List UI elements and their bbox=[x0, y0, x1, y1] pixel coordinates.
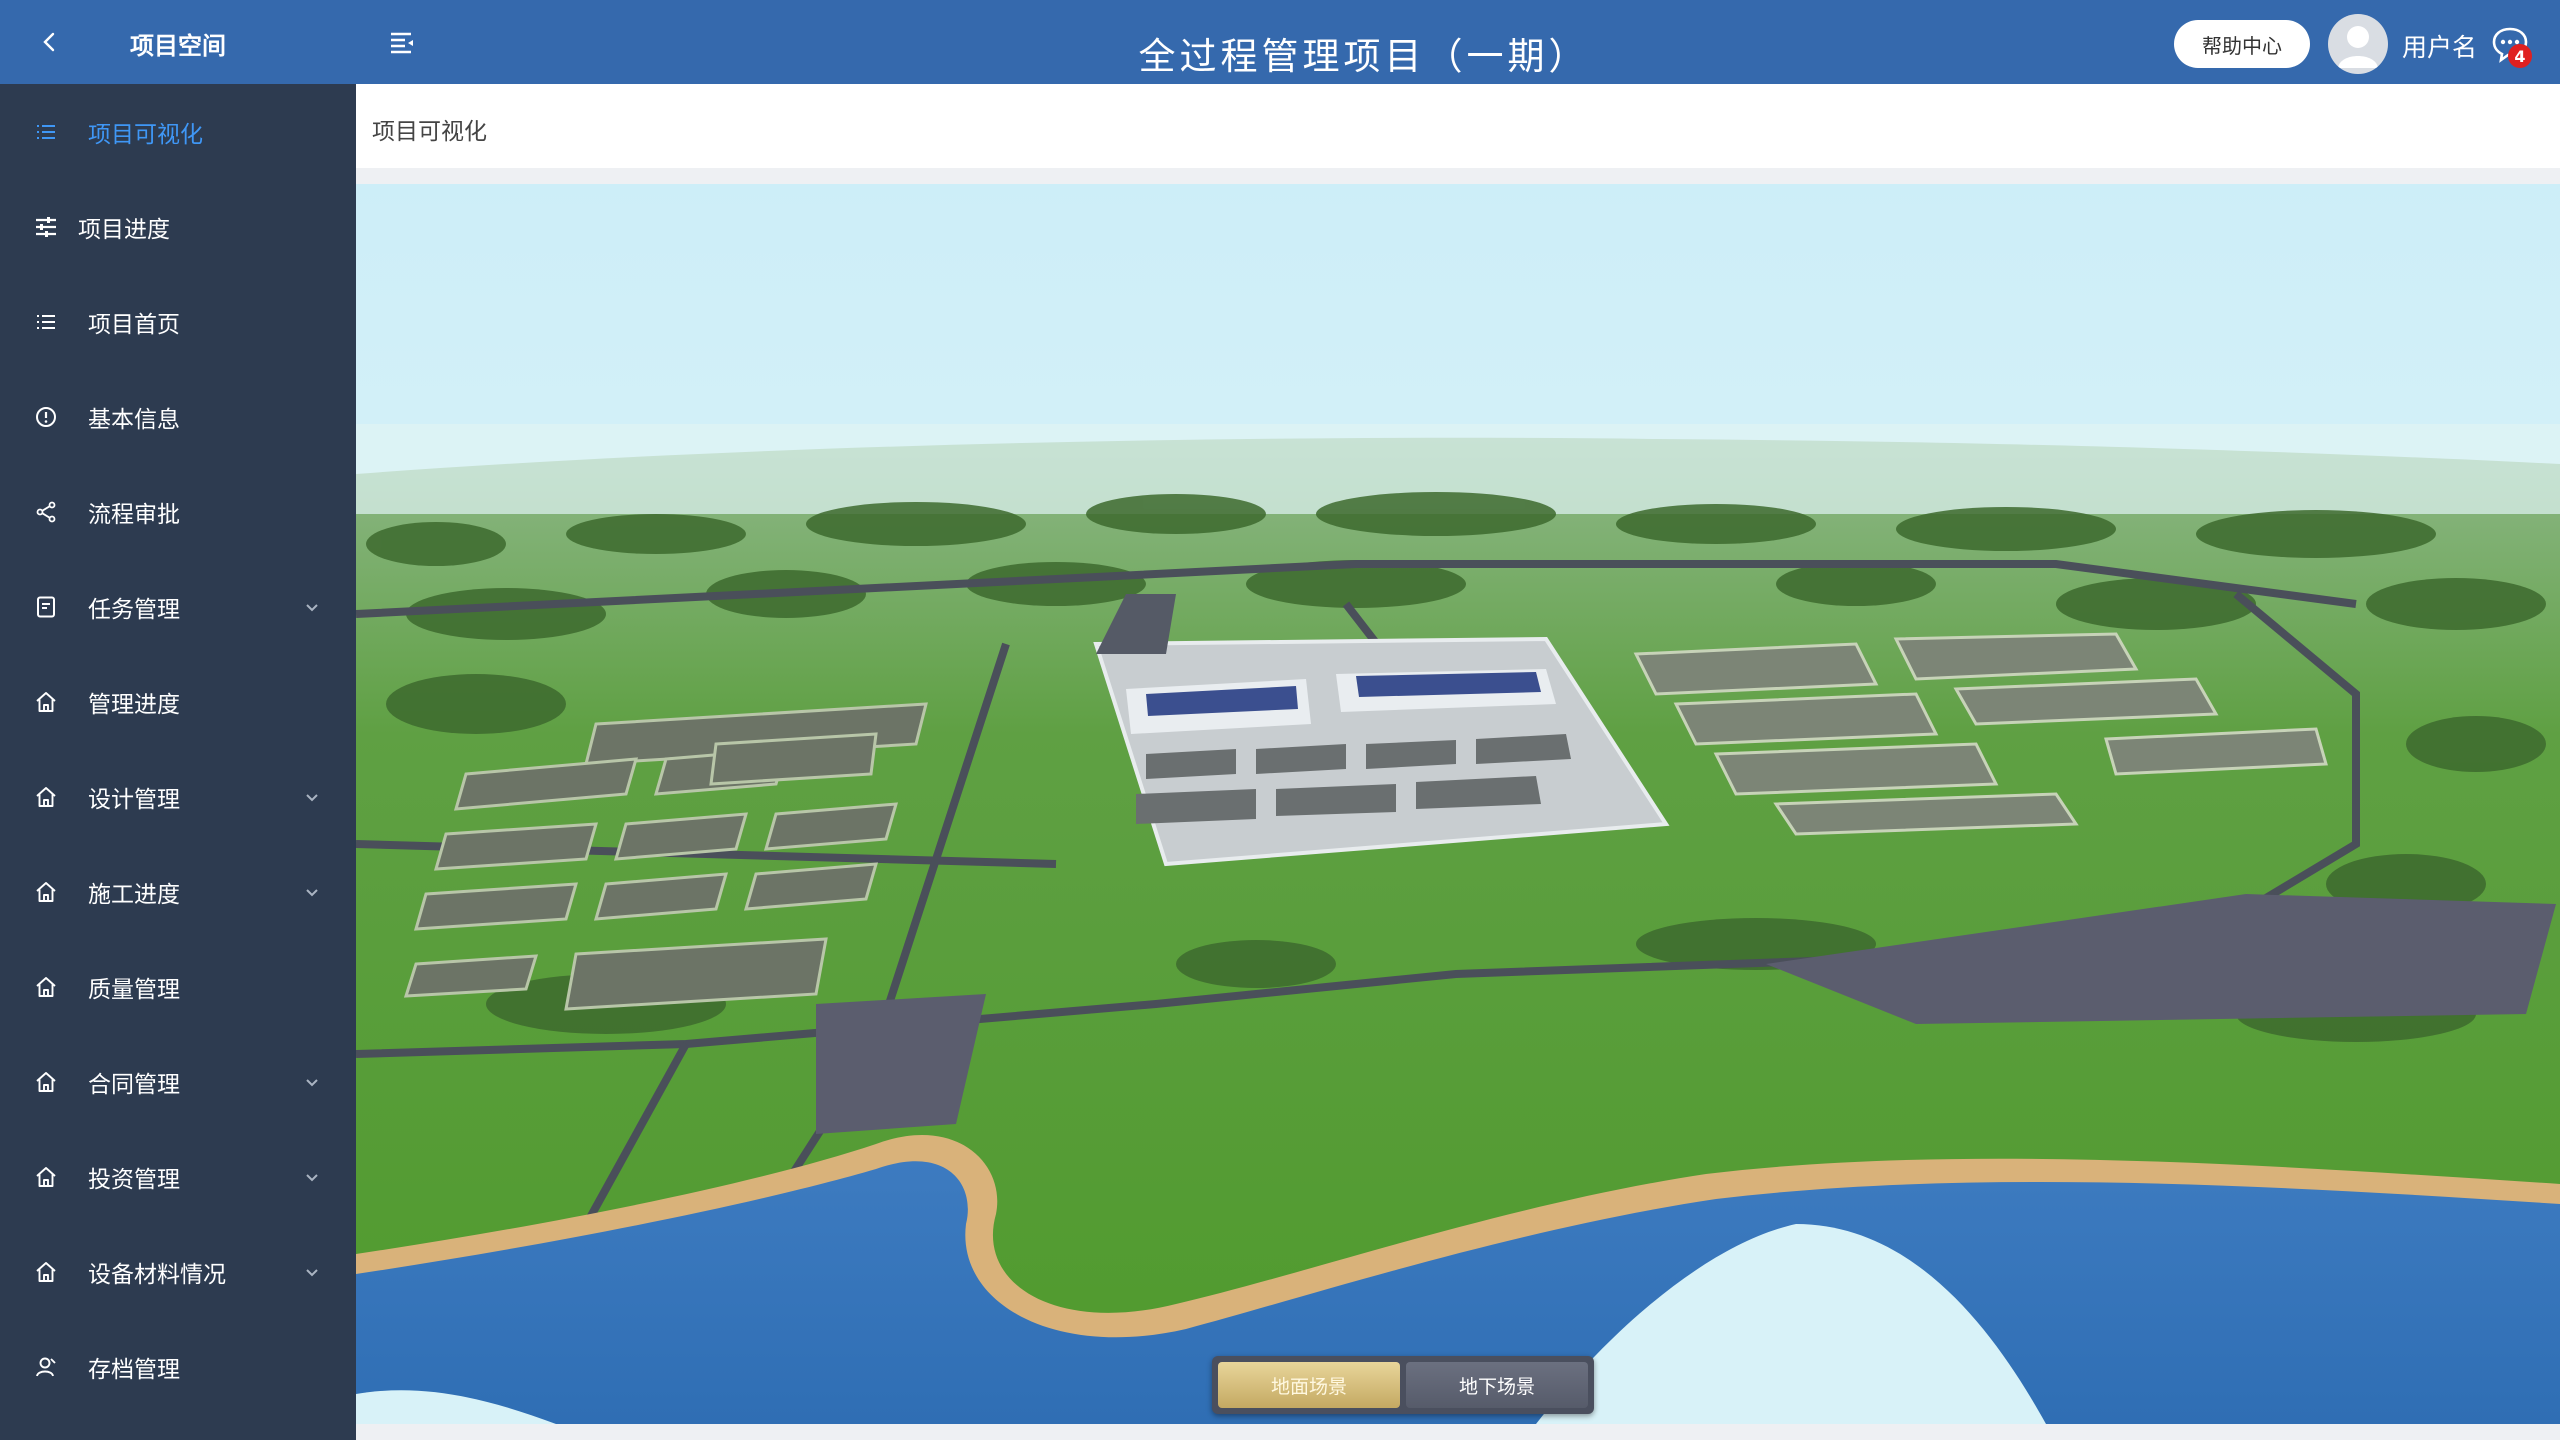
list-icon bbox=[32, 118, 60, 146]
sliders-icon bbox=[32, 213, 60, 241]
home-icon bbox=[32, 688, 60, 716]
sidebar-item[interactable]: 合同管理 bbox=[0, 1034, 356, 1129]
chevron-down-icon[interactable] bbox=[302, 597, 322, 617]
sidebar-item-label: 流程审批 bbox=[88, 501, 180, 528]
list-icon bbox=[32, 308, 60, 336]
sidebar-item[interactable]: 基本信息 bbox=[0, 369, 356, 464]
sidebar-item-label: 项目可视化 bbox=[88, 121, 203, 148]
sidebar-item-label: 存档管理 bbox=[88, 1356, 180, 1383]
share-icon bbox=[32, 498, 60, 526]
sidebar-item-label: 项目首页 bbox=[88, 311, 180, 338]
sidebar-item-label: 管理进度 bbox=[88, 691, 180, 718]
message-count-badge: 4 bbox=[2508, 44, 2532, 68]
sidebar: 项目空间 项目可视化项目进度项目首页基本信息流程审批任务管理管理进度设计管理施工… bbox=[0, 0, 356, 1440]
sidebar-item[interactable]: 投资管理 bbox=[0, 1129, 356, 1224]
home-icon bbox=[32, 1068, 60, 1096]
app-title: 全过程管理项目（一期） bbox=[1138, 35, 1590, 78]
chevron-down-icon[interactable] bbox=[302, 787, 322, 807]
username[interactable]: 用户名 bbox=[2402, 28, 2477, 64]
breadcrumb-bar: 项目可视化 bbox=[356, 84, 2560, 168]
sidebar-item-label: 设计管理 bbox=[88, 786, 180, 813]
chevron-down-icon[interactable] bbox=[302, 1072, 322, 1092]
breadcrumb: 项目可视化 bbox=[372, 119, 487, 145]
sidebar-item-label: 施工进度 bbox=[88, 881, 180, 908]
sidebar-title: 项目空间 bbox=[130, 32, 226, 60]
home-icon bbox=[32, 783, 60, 811]
help-center-button[interactable]: 帮助中心 bbox=[2174, 20, 2310, 68]
home-icon bbox=[32, 1258, 60, 1286]
sidebar-item[interactable]: 任务管理 bbox=[0, 559, 356, 654]
chevron-down-icon[interactable] bbox=[302, 1262, 322, 1282]
user-icon bbox=[32, 1353, 60, 1381]
home-icon bbox=[32, 1163, 60, 1191]
home-icon bbox=[32, 878, 60, 906]
aerial-scene-image bbox=[356, 184, 2560, 1424]
sidebar-header: 项目空间 bbox=[0, 0, 356, 84]
top-bar: 全过程管理项目（一期） 帮助中心 用户名 4 bbox=[356, 0, 2560, 84]
sidebar-item[interactable]: 施工进度 bbox=[0, 844, 356, 939]
sidebar-item-label: 基本信息 bbox=[88, 406, 180, 433]
sidebar-item-label: 项目进度 bbox=[78, 216, 170, 243]
sidebar-item[interactable]: 存档管理 bbox=[0, 1319, 356, 1414]
sidebar-item-label: 任务管理 bbox=[88, 596, 180, 623]
sidebar-item-label: 合同管理 bbox=[88, 1071, 180, 1098]
content-footer-gap bbox=[356, 1424, 2560, 1440]
document-icon bbox=[32, 593, 60, 621]
content-divider bbox=[356, 168, 2560, 184]
sidebar-item[interactable]: 质量管理 bbox=[0, 939, 356, 1034]
back-button[interactable] bbox=[30, 22, 70, 62]
underground-scene-button[interactable]: 地下场景 bbox=[1406, 1362, 1588, 1408]
user-avatar-icon bbox=[2338, 26, 2378, 68]
avatar[interactable] bbox=[2328, 14, 2388, 74]
ground-scene-button[interactable]: 地面场景 bbox=[1218, 1362, 1400, 1408]
chevron-left-icon bbox=[43, 32, 55, 52]
sidebar-item[interactable]: 流程审批 bbox=[0, 464, 356, 559]
sidebar-item-label: 质量管理 bbox=[88, 976, 180, 1003]
sidebar-item[interactable]: 项目首页 bbox=[0, 274, 356, 369]
sidebar-menu: 项目可视化项目进度项目首页基本信息流程审批任务管理管理进度设计管理施工进度质量管… bbox=[0, 84, 356, 1414]
sidebar-item-label: 设备材料情况 bbox=[88, 1261, 226, 1288]
chevron-down-icon[interactable] bbox=[302, 882, 322, 902]
info-circle-icon bbox=[32, 403, 60, 431]
sidebar-item-label: 投资管理 bbox=[88, 1166, 180, 1193]
chevron-down-icon[interactable] bbox=[302, 1167, 322, 1187]
sidebar-item[interactable]: 管理进度 bbox=[0, 654, 356, 749]
sidebar-item[interactable]: 项目可视化 bbox=[0, 84, 356, 179]
sidebar-item[interactable]: 设备材料情况 bbox=[0, 1224, 356, 1319]
3d-scene-viewport[interactable] bbox=[356, 184, 2560, 1424]
sidebar-item[interactable]: 设计管理 bbox=[0, 749, 356, 844]
scene-toggle: 地面场景 地下场景 bbox=[1212, 1356, 1594, 1414]
home-icon bbox=[32, 973, 60, 1001]
sidebar-item[interactable]: 项目进度 bbox=[0, 179, 356, 274]
